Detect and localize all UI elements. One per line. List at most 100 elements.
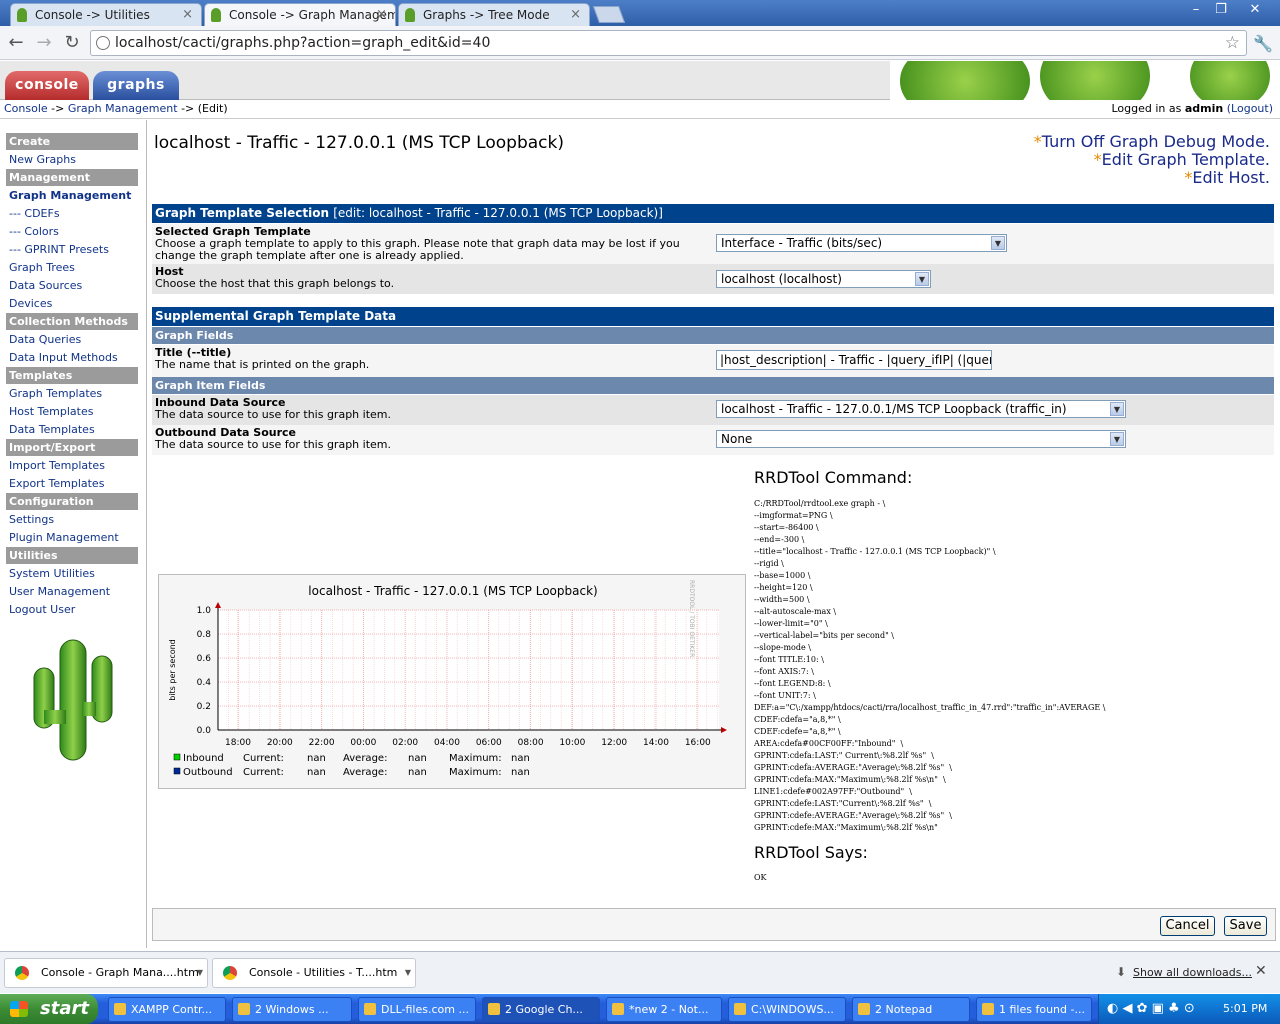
field-description: The name that is printed on the graph. [155, 358, 370, 371]
section-header-supplemental: Supplemental Graph Template Data [152, 307, 1274, 326]
sidebar-item[interactable]: --- Colors [6, 223, 138, 240]
sidebar-item[interactable]: Data Templates [6, 421, 138, 438]
sidebar-item[interactable]: Data Queries [6, 331, 138, 348]
sidebar-item[interactable]: Devices [6, 295, 138, 312]
show-all-downloads-link[interactable]: Show all downloads... [1133, 966, 1252, 979]
app-icon [238, 1003, 250, 1015]
minimize-icon[interactable]: – [1185, 2, 1207, 18]
sidebar-item[interactable]: User Management [6, 583, 138, 600]
start-button[interactable]: start [0, 994, 98, 1024]
traffic-graph[interactable]: 0.0 0.2 0.4 0.6 0.8 1.0 18:00 20:00 22:00 00:00 02… [158, 574, 746, 789]
download-arrow-icon: ⬇ [1116, 965, 1127, 979]
legend-name: Inbound [183, 753, 224, 764]
browser-tab-utilities[interactable]: Console -> Utilities × [10, 3, 202, 26]
reload-icon[interactable]: ↻ [62, 33, 82, 53]
close-icon[interactable]: ✕ [1255, 963, 1267, 979]
y-tick-label: 1.0 [197, 606, 212, 616]
close-tab-icon[interactable]: × [570, 7, 581, 22]
rrdtool-watermark: RRDTOOL / TOBI OETIKER [688, 580, 695, 657]
breadcrumb-console[interactable]: Console [4, 102, 48, 115]
breadcrumb-current: (Edit) [197, 102, 228, 115]
chevron-down-icon[interactable]: ▼ [405, 959, 411, 987]
sidebar-item[interactable]: Graph Management [6, 187, 138, 204]
taskbar-button[interactable]: 1 files found -... [976, 997, 1092, 1022]
section-header-template-selection: Graph Template Selection [edit: localhos… [152, 204, 1274, 223]
taskbar-button[interactable]: 2 Notepad [852, 997, 970, 1022]
app-icon [364, 1003, 376, 1015]
new-tab-button[interactable] [592, 6, 626, 23]
sidebar-item[interactable]: System Utilities [6, 565, 138, 582]
rrdtool-says-output: OK [754, 873, 767, 882]
rrdtool-command-title: RRDTool Command: [754, 468, 913, 487]
sidebar-item[interactable]: Export Templates [6, 475, 138, 492]
download-item[interactable]: Console - Graph Mana....htm ▼ [4, 958, 208, 988]
tab-title: Console -> Utilities [35, 8, 150, 22]
download-name: Console - Graph Mana....htm [41, 966, 199, 979]
chevron-down-icon[interactable]: ▼ [197, 959, 203, 987]
host-select[interactable]: localhost (localhost) ▼ [716, 270, 931, 288]
inbound-row: Inbound Data Source The data source to us… [152, 395, 1274, 425]
save-button[interactable]: Save [1224, 916, 1267, 936]
browser-tab-tree-mode[interactable]: Graphs -> Tree Mode × [398, 3, 590, 26]
sidebar-item[interactable]: Graph Templates [6, 385, 138, 402]
browser-tab-graph-management[interactable]: Console -> Graph Managemen × [204, 3, 396, 26]
legend-average-value: nan [408, 767, 427, 778]
breadcrumb-graph-management[interactable]: Graph Management [68, 102, 178, 115]
sidebar-item[interactable]: Logout User [6, 601, 138, 618]
sidebar-item[interactable]: Graph Trees [6, 259, 138, 276]
forward-icon[interactable]: → [34, 33, 54, 53]
sidebar-item[interactable]: Settings [6, 511, 138, 528]
sidebar-item[interactable]: --- CDEFs [6, 205, 138, 222]
debug-mode-link[interactable]: Turn Off Graph Debug Mode. [1042, 132, 1270, 151]
close-window-icon[interactable]: ✕ [1244, 2, 1266, 18]
cacti-logo [33, 639, 113, 761]
graph-template-select[interactable]: Interface - Traffic (bits/sec) ▼ [716, 234, 1007, 252]
page-title: localhost - Traffic - 127.0.0.1 (MS TCP … [154, 133, 564, 153]
sidebar-section-header: Create [6, 133, 138, 150]
sidebar-item[interactable]: Data Input Methods [6, 349, 138, 366]
sidebar-item[interactable]: New Graphs [6, 151, 138, 168]
sidebar-item[interactable]: Import Templates [6, 457, 138, 474]
download-item[interactable]: Console - Utilities - T....htm ▼ [212, 958, 416, 988]
legend-average-label: Average: [343, 753, 387, 764]
taskbar-label: 2 Windows ... [255, 1003, 329, 1016]
taskbar-label: 2 Notepad [875, 1003, 933, 1016]
address-bar[interactable]: localhost/cacti/graphs.php?action=graph_… [90, 30, 1247, 56]
taskbar-button[interactable]: XAMPP Contr... [108, 997, 226, 1022]
host-row: Host Choose the host that this graph belo… [152, 264, 1274, 294]
sidebar-item[interactable]: Host Templates [6, 403, 138, 420]
restore-icon[interactable]: ❐ [1210, 2, 1232, 18]
outbound-row: Outbound Data Source The data source to u… [152, 425, 1274, 455]
edit-host-link[interactable]: Edit Host. [1192, 168, 1270, 187]
outbound-data-source-select[interactable]: None ▼ [716, 430, 1126, 448]
graph-title-input[interactable]: |host_description| - Traffic - |query_if… [716, 350, 992, 370]
console-tab[interactable]: console [5, 71, 89, 100]
graphs-tab[interactable]: graphs [93, 71, 179, 100]
logout-link[interactable]: (Logout) [1227, 102, 1273, 115]
back-icon[interactable]: ← [6, 33, 26, 53]
legend-average-value: nan [408, 753, 427, 764]
sidebar-item[interactable]: --- GPRINT Presets [6, 241, 138, 258]
taskbar-button[interactable]: 2 Windows ... [232, 997, 352, 1022]
sidebar-item[interactable]: Data Sources [6, 277, 138, 294]
sidebar-item[interactable]: Plugin Management [6, 529, 138, 546]
taskbar-button[interactable]: C:\WINDOWS... [728, 997, 846, 1022]
wrench-menu-icon[interactable]: 🔧 [1253, 34, 1273, 53]
graph-item-fields-header: Graph Item Fields [152, 377, 1274, 394]
graph-fields-header: Graph Fields [152, 327, 1274, 344]
taskbar-button[interactable]: 2 Google Ch... [482, 997, 600, 1022]
taskbar-button[interactable]: DLL-files.com ... [358, 997, 476, 1022]
bookmark-star-icon[interactable]: ☆ [1225, 31, 1240, 55]
sidebar-section-header: Import/Export [6, 439, 138, 456]
x-tick-label: 02:00 [392, 738, 418, 748]
inbound-data-source-select[interactable]: localhost - Traffic - 127.0.0.1/MS TCP L… [716, 400, 1126, 418]
close-tab-icon[interactable]: × [376, 7, 387, 22]
close-tab-icon[interactable]: × [182, 7, 193, 22]
edit-graph-template-link[interactable]: Edit Graph Template. [1102, 150, 1270, 169]
taskbar-button[interactable]: *new 2 - Not... [606, 997, 722, 1022]
sidebar-section-header: Configuration [6, 493, 138, 510]
cancel-button[interactable]: Cancel [1160, 916, 1215, 936]
legend-maximum-value: nan [511, 767, 530, 778]
cacti-favicon [17, 8, 27, 22]
sidebar-section-header: Templates [6, 367, 138, 384]
